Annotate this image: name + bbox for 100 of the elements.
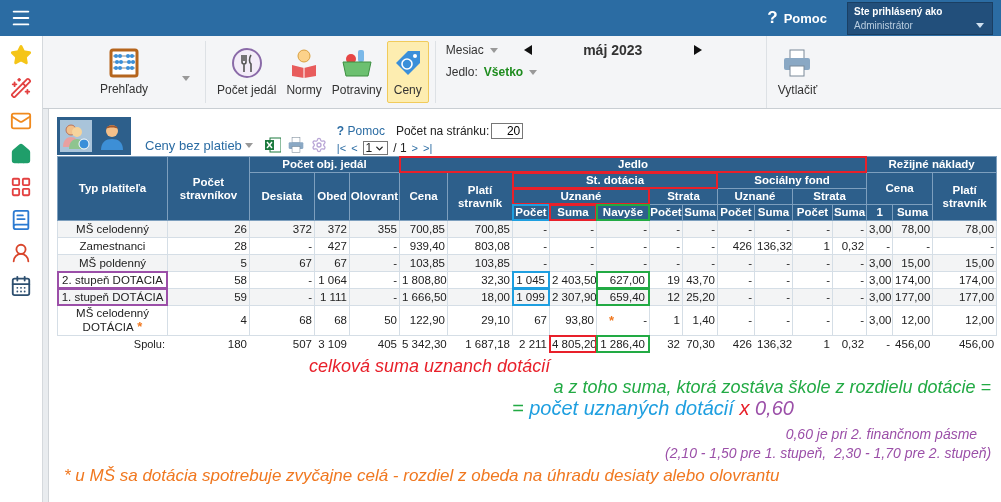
- table-cell: -: [717, 220, 755, 238]
- book-icon[interactable]: [10, 209, 32, 231]
- table-cell: 1,40: [682, 305, 718, 336]
- table-cell: -: [832, 305, 867, 336]
- table-cell: 5: [167, 254, 250, 272]
- table-cell: 4: [167, 305, 250, 336]
- tool-button[interactable]: Normy: [281, 41, 327, 103]
- table-cell: 177,00: [892, 288, 933, 306]
- table-cell: -: [717, 254, 755, 272]
- next-page-link[interactable]: >: [411, 142, 419, 154]
- star-icon[interactable]: [10, 44, 32, 66]
- annotation-text: celková suma uznanch dotácií: [309, 356, 551, 377]
- tool-button[interactable]: Potraviny: [326, 41, 387, 103]
- table-cell: -: [596, 237, 650, 255]
- table-cell: 29,10: [447, 305, 513, 336]
- table-cell: 939,40: [399, 237, 448, 255]
- table-cell: 78,00: [932, 220, 997, 238]
- table-cell: -: [596, 220, 650, 238]
- user-icon[interactable]: [10, 242, 32, 264]
- previous-page-link[interactable]: <: [351, 142, 358, 154]
- table-cell: 68: [314, 305, 350, 336]
- tool-button[interactable]: Počet jedál: [212, 41, 282, 103]
- table-cell: 5 342,30: [399, 335, 448, 353]
- mail-icon[interactable]: [10, 110, 32, 132]
- spreadsheet-icon[interactable]: [264, 137, 281, 153]
- table-cell: 136,32: [754, 237, 793, 255]
- row-label: MŠ celodenný DOTÁCIA *: [57, 305, 168, 336]
- table-cell: 103,85: [447, 254, 513, 272]
- magic-wand-icon[interactable]: [10, 77, 32, 99]
- reports-button[interactable]: Prehľady: [49, 41, 199, 103]
- table-cell: 700,85: [399, 220, 448, 238]
- column-header: Desiata: [249, 172, 315, 221]
- table-cell: -: [754, 271, 793, 289]
- help-link[interactable]: ? Pomoc: [336, 124, 385, 138]
- table-cell: 3,00: [866, 254, 893, 272]
- table-cell: 700,85: [447, 220, 513, 238]
- table-cell: 456,00: [932, 335, 997, 353]
- table-cell: 1 808,80: [399, 271, 448, 289]
- first-page-link[interactable]: |<: [336, 142, 347, 154]
- table-cell: -: [249, 271, 315, 289]
- table-cell: 803,08: [447, 237, 513, 255]
- column-header: Platí stravník: [447, 172, 513, 221]
- table-cell: -: [832, 288, 867, 306]
- table-cell: 174,00: [892, 271, 933, 289]
- table-cell: -: [512, 220, 550, 238]
- table-cell: -: [832, 271, 867, 289]
- table-cell: 12,00: [892, 305, 933, 336]
- grid-icon[interactable]: [10, 176, 32, 198]
- table-cell: 426: [717, 237, 755, 255]
- column-header: Platí stravník: [932, 172, 997, 221]
- table-cell: 103,85: [399, 254, 448, 272]
- page-count: / 1: [393, 141, 407, 155]
- table-cell: -: [249, 288, 315, 306]
- table-cell: 32: [649, 335, 683, 353]
- meal-dropdown[interactable]: Všetko: [483, 65, 524, 79]
- table-cell: -: [792, 271, 833, 289]
- page-select[interactable]: 1: [362, 141, 389, 155]
- column-header: Počet: [512, 204, 550, 221]
- next-icon[interactable]: [693, 45, 702, 55]
- per-page-label: Počet na stránku:: [395, 124, 490, 138]
- table-cell: 0,32: [832, 237, 867, 255]
- column-header: Počet stravníkov: [167, 156, 250, 221]
- row-label: MŠ poldenný: [57, 254, 168, 272]
- previous-icon[interactable]: [523, 45, 532, 55]
- table-cell: -: [832, 254, 867, 272]
- tool-button[interactable]: Ceny: [386, 41, 429, 103]
- table-cell: 3,00: [866, 220, 893, 238]
- table-cell: -: [792, 220, 833, 238]
- table-cell: -: [792, 288, 833, 306]
- table-cell: 1 064: [314, 271, 350, 289]
- table-cell: 43,70: [682, 271, 718, 289]
- table-cell: 122,90: [399, 305, 448, 336]
- table-cell: 3,00: [866, 288, 893, 306]
- settings-icon[interactable]: [310, 137, 327, 153]
- column-header: Navyše: [596, 204, 650, 221]
- month-label: Mesiac: [445, 43, 484, 57]
- per-page-field[interactable]: 20: [491, 123, 524, 139]
- table-cell: -: [892, 237, 933, 255]
- last-page-link[interactable]: >|: [423, 142, 433, 154]
- table-cell: -: [754, 254, 793, 272]
- column-header: Olovrant: [349, 172, 400, 221]
- column-header: Obed: [314, 172, 350, 221]
- table-cell: 12,00: [932, 305, 997, 336]
- calendar-icon[interactable]: [10, 275, 32, 297]
- basket-icon: [339, 47, 374, 79]
- table-cell: 355: [349, 220, 400, 238]
- table-cell: 28: [167, 237, 250, 255]
- annotation-text: = počet uznaných dotácií x 0,60: [512, 397, 794, 421]
- table-cell: 78,00: [892, 220, 933, 238]
- table-cell: -: [682, 220, 718, 238]
- view-dropdown[interactable]: Ceny bez platieb: [145, 138, 253, 153]
- table-cell: 174,00: [932, 271, 997, 289]
- user-dropdown[interactable]: Ste prihlásený ako Administrátor: [847, 1, 993, 35]
- home-icon[interactable]: [10, 143, 32, 165]
- print-button[interactable]: Vytlačiť: [772, 41, 823, 103]
- column-header: Cena: [399, 172, 448, 221]
- view-tile[interactable]: [60, 120, 92, 152]
- help-link[interactable]: ? Pomoc: [767, 8, 827, 28]
- table-cell: 427: [314, 237, 350, 255]
- table-cell: -: [249, 237, 315, 255]
